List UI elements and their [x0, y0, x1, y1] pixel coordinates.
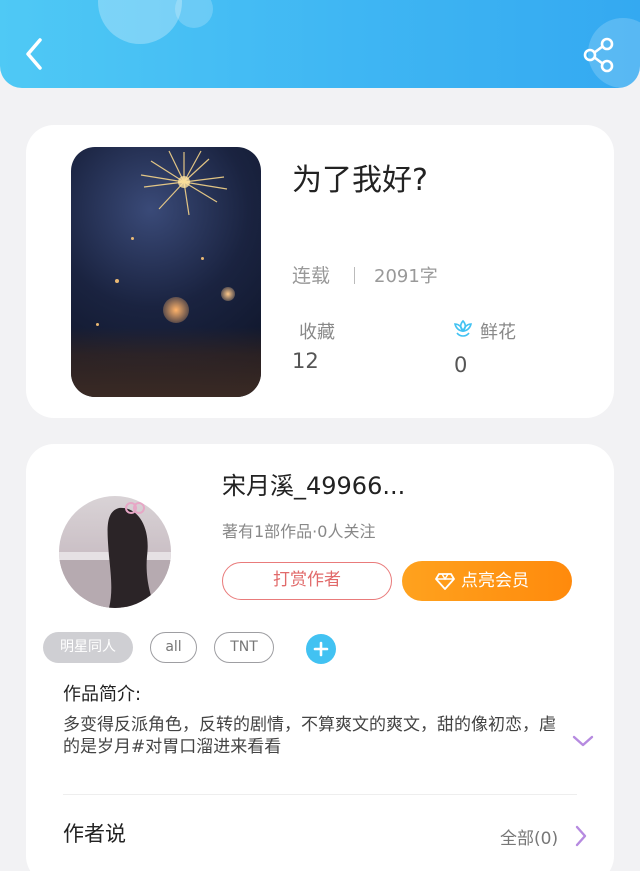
light-glow	[221, 287, 235, 301]
decor-bubble	[98, 0, 182, 44]
spark	[131, 237, 134, 240]
tag-chip[interactable]: 明星同人	[43, 632, 133, 663]
avatar[interactable]	[59, 496, 171, 608]
back-button[interactable]	[18, 34, 54, 74]
chevron-down-icon[interactable]	[572, 734, 594, 748]
chevron-right-icon[interactable]	[575, 825, 587, 847]
author-stats: 著有1部作品·0人关注	[222, 522, 376, 541]
word-count: 2091字	[374, 266, 438, 287]
add-tag-button[interactable]	[306, 634, 336, 664]
share-button[interactable]	[580, 35, 620, 75]
vip-button[interactable]: 点亮会员	[402, 561, 572, 601]
flowers-label: 鲜花	[480, 322, 516, 343]
plus-icon	[313, 641, 329, 657]
book-title: 为了我好?	[292, 163, 428, 198]
spark	[201, 257, 204, 260]
diamond-icon	[435, 573, 455, 590]
flower-icon	[453, 319, 473, 337]
intro-text: 多变得反派角色，反转的剧情，不算爽文的爽文，甜的像初恋，虐的是岁月#对胃口溜进来…	[63, 715, 556, 757]
intro-heading: 作品简介:	[63, 684, 142, 705]
author-name[interactable]: 宋月溪_49966...	[222, 466, 405, 501]
firework-decor	[140, 150, 228, 216]
decor-bubble	[175, 0, 213, 28]
favorites-label: 收藏	[299, 322, 335, 343]
favorites-count: 12	[292, 349, 319, 373]
book-cover[interactable]	[71, 147, 261, 397]
divider	[354, 267, 355, 284]
tip-author-button[interactable]: 打赏作者	[222, 562, 392, 600]
serial-status: 连载	[292, 265, 331, 287]
spark	[96, 323, 99, 326]
author-card: 宋月溪_49966... 著有1部作品·0人关注 打赏作者 点亮会员 明星同人 …	[26, 444, 614, 871]
author-says-all-link[interactable]: 全部(0)	[500, 824, 558, 849]
share-icon	[583, 37, 614, 73]
light-glow	[163, 297, 189, 323]
author-says-heading: 作者说	[63, 822, 126, 846]
top-header	[0, 0, 640, 88]
vip-button-label: 点亮会员	[461, 571, 529, 591]
avatar-image	[59, 502, 171, 608]
crowd-silhouette	[71, 327, 261, 397]
back-arrow-icon	[26, 38, 42, 70]
section-divider	[63, 794, 577, 795]
spark	[115, 279, 119, 283]
tag-chip[interactable]: TNT	[214, 632, 274, 663]
book-info-card: 为了我好? 连载 2091字 收藏 12 鲜花 0	[26, 125, 614, 418]
tag-chip[interactable]: all	[150, 632, 197, 663]
flowers-count: 0	[454, 353, 468, 377]
